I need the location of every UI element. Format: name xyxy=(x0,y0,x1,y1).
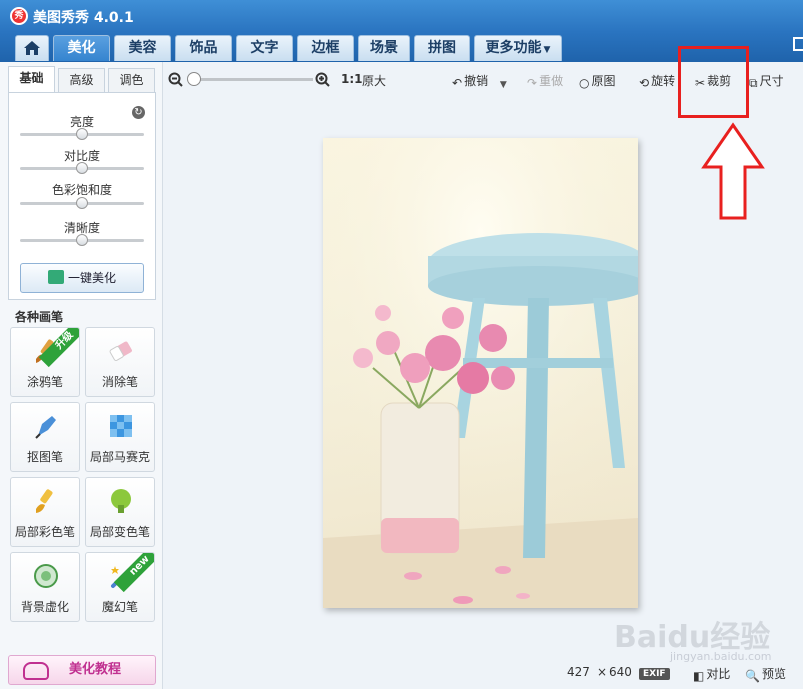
annotation-highlight-box xyxy=(678,46,749,118)
blur-icon xyxy=(34,564,58,588)
tab-collage[interactable]: 拼图 xyxy=(414,35,470,61)
window-restore-icon[interactable] xyxy=(793,37,803,51)
app-logo-icon: 秀 xyxy=(10,7,28,25)
one-key-label: 一键美化 xyxy=(67,271,116,285)
rotate-icon: ⟲ xyxy=(639,76,650,90)
home-tab[interactable] xyxy=(15,35,49,61)
tool-eraser[interactable]: 消除笔 xyxy=(85,327,155,397)
zoom-slider[interactable] xyxy=(195,78,313,81)
original-image-button[interactable]: ○ 原图 xyxy=(579,72,616,90)
color-change-icon xyxy=(111,489,131,513)
tab-more-label: 更多功能 xyxy=(485,40,542,56)
dimension-times: × xyxy=(597,665,608,679)
zoom-ratio[interactable]: 1:1 xyxy=(341,72,363,86)
saturation-label: 色彩饱和度 xyxy=(51,183,112,197)
tool-label: 抠图笔 xyxy=(26,450,63,464)
tool-magic-pen[interactable]: new 魔幻笔 xyxy=(85,552,155,622)
eraser-icon xyxy=(109,341,132,361)
tab-text[interactable]: 文字 xyxy=(236,35,293,61)
zoom-out-icon[interactable] xyxy=(168,72,184,88)
exif-button[interactable]: EXIF xyxy=(639,665,670,680)
sharpness-knob[interactable] xyxy=(76,234,88,246)
tab-more-features[interactable]: 更多功能 ▼ xyxy=(474,35,562,61)
tool-label: 消除笔 xyxy=(101,375,138,389)
circle-icon: ○ xyxy=(579,76,590,90)
app-title: 美图秀秀 4.0.1 xyxy=(33,10,134,26)
image-height: 640 xyxy=(609,665,632,679)
image-width: 427 xyxy=(567,665,590,679)
tool-label: 局部彩色笔 xyxy=(14,525,75,539)
preview-button[interactable]: 🔍 预览 xyxy=(745,665,786,683)
tab-frame[interactable]: 边框 xyxy=(297,35,354,61)
tool-label: 涂鸦笔 xyxy=(26,375,63,389)
tutorial-label: 美化教程 xyxy=(69,662,122,677)
undo-label: 撤销 xyxy=(464,74,489,88)
original-label: 原图 xyxy=(591,74,616,88)
mosaic-icon xyxy=(110,415,132,437)
tool-cutout-pen[interactable]: 抠图笔 xyxy=(10,402,80,472)
contrast-knob[interactable] xyxy=(76,162,88,174)
magic-picture-icon xyxy=(47,270,64,284)
undo-button[interactable]: ↶ 撤销 ▼ xyxy=(452,72,509,90)
title-bar: 秀 美图秀秀 4.0.1 xyxy=(0,0,803,32)
subtab-color[interactable]: 调色 xyxy=(108,68,155,93)
undo-icon: ↶ xyxy=(452,76,463,90)
resize-button[interactable]: ⧉ 尺寸 xyxy=(749,72,784,91)
subtab-advanced[interactable]: 高级 xyxy=(58,68,105,93)
rotate-label: 旋转 xyxy=(651,74,676,88)
one-key-beautify-button[interactable]: 一键美化 xyxy=(20,263,144,293)
compare-label: 对比 xyxy=(706,667,731,681)
redo-icon: ↷ xyxy=(527,76,538,90)
home-icon xyxy=(24,41,40,55)
brush-section-title: 各种画笔 xyxy=(15,310,64,324)
annotation-up-arrow xyxy=(701,122,765,220)
original-size-button[interactable]: 原大 xyxy=(362,72,386,89)
tool-label: 局部马赛克 xyxy=(89,450,150,464)
resize-icon: ⧉ xyxy=(749,76,758,90)
zoom-knob[interactable] xyxy=(187,72,201,86)
tool-local-color-brush[interactable]: 局部彩色笔 xyxy=(10,477,80,547)
redo-label: 重做 xyxy=(539,74,564,88)
saturation-slider[interactable] xyxy=(20,197,144,209)
tab-beauty[interactable]: 美容 xyxy=(114,35,171,61)
tool-doodle-brush[interactable]: 升级 涂鸦笔 xyxy=(10,327,80,397)
tool-label: 魔幻笔 xyxy=(101,600,138,614)
basic-adjust-panel: ↻ 亮度 对比度 色彩饱和度 清晰度 一键美化 xyxy=(8,92,156,300)
hand-icon xyxy=(23,662,49,680)
size-label: 尺寸 xyxy=(759,74,784,88)
color-brush-icon xyxy=(36,489,53,513)
brightness-knob[interactable] xyxy=(76,128,88,140)
preview-icon: 🔍 xyxy=(745,669,760,683)
tool-label: 背景虚化 xyxy=(20,600,69,614)
sharpness-slider[interactable] xyxy=(20,234,144,246)
compare-icon: ◧ xyxy=(693,669,705,683)
brightness-slider[interactable] xyxy=(20,128,144,140)
tab-scene[interactable]: 场景 xyxy=(358,35,410,61)
tool-background-blur[interactable]: 背景虚化 xyxy=(10,552,80,622)
subtab-basic[interactable]: 基础 xyxy=(8,66,55,93)
rotate-button[interactable]: ⟲ 旋转 xyxy=(639,72,675,90)
compare-button[interactable]: ◧ 对比 xyxy=(693,665,730,683)
redo-button[interactable]: ↷ 重做 xyxy=(527,72,563,90)
left-panel: 基础 高级 调色 ↻ 亮度 对比度 色彩饱和度 清晰度 一键美化 各种画笔 升级… xyxy=(0,62,163,689)
sub-tab-bar: 基础 高级 调色 xyxy=(8,66,156,93)
undo-dropdown-icon[interactable]: ▼ xyxy=(500,80,507,90)
tool-label: 局部变色笔 xyxy=(89,525,150,539)
tab-beautify[interactable]: 美化 xyxy=(53,35,110,61)
caret-down-icon: ▼ xyxy=(543,45,551,55)
tool-local-mosaic[interactable]: 局部马赛克 xyxy=(85,402,155,472)
tool-local-color-change[interactable]: 局部变色笔 xyxy=(85,477,155,547)
pen-cutout-icon xyxy=(35,416,56,439)
photo-stool-and-flowers xyxy=(323,138,638,608)
preview-label: 预览 xyxy=(761,667,786,681)
exif-badge: EXIF xyxy=(639,668,670,680)
edited-photo[interactable] xyxy=(323,138,638,608)
baidu-watermark-url: jingyan.baidu.com xyxy=(670,650,772,663)
contrast-slider[interactable] xyxy=(20,162,144,174)
saturation-knob[interactable] xyxy=(76,197,88,209)
zoom-in-icon[interactable] xyxy=(315,72,331,88)
beautify-tutorial-button[interactable]: 美化教程 xyxy=(8,655,156,685)
tab-accessories[interactable]: 饰品 xyxy=(175,35,232,61)
